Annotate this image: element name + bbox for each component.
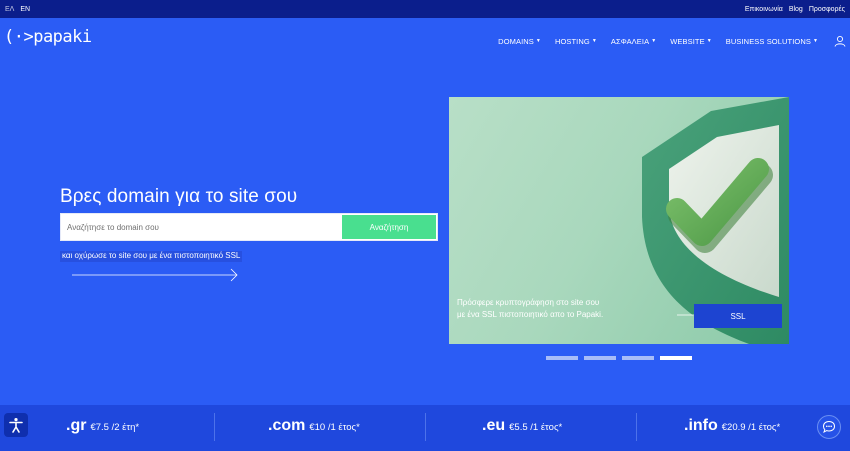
- nav-item-website[interactable]: WEBSITE ▼: [670, 37, 712, 46]
- top-link-offers[interactable]: Προσφορές: [809, 6, 845, 13]
- top-link-blog[interactable]: Blog: [789, 6, 803, 13]
- tld-info[interactable]: .info €20.9 /1 έτος*: [684, 417, 780, 435]
- nav-label: WEBSITE: [670, 36, 705, 46]
- language-el[interactable]: ΕΛ: [5, 6, 14, 13]
- caret-down-icon: ▼: [591, 38, 597, 44]
- tld-name: .gr: [66, 417, 87, 434]
- nav-item-domains[interactable]: DOMAINS ▼: [498, 37, 541, 46]
- chat-button[interactable]: [817, 415, 841, 439]
- tld-com[interactable]: .com €10 /1 έτος*: [268, 417, 360, 435]
- caret-down-icon: ▼: [651, 38, 657, 44]
- accessibility-icon: [9, 418, 23, 433]
- search-button[interactable]: Αναζήτηση: [342, 215, 436, 239]
- domain-search-box: Αναζήτηση: [60, 213, 438, 241]
- hero-title: Βρες domain για το site σου: [60, 186, 298, 207]
- language-en[interactable]: EN: [20, 6, 30, 13]
- carousel-dot-active[interactable]: [660, 356, 692, 360]
- tld-name: .info: [684, 417, 718, 434]
- tld-price: €7.5 /2 έτη*: [90, 422, 140, 433]
- carousel-indicators: [546, 356, 692, 360]
- nav-item-business-solutions[interactable]: BUSINESS SOLUTIONS ▼: [726, 37, 818, 46]
- divider: [425, 413, 426, 441]
- ssl-link[interactable]: και οχύρωσε το site σου με ένα πιστοποιη…: [60, 251, 243, 262]
- carousel-dot[interactable]: [584, 356, 616, 360]
- caret-down-icon: ▼: [706, 38, 712, 44]
- language-switcher: ΕΛ EN: [5, 6, 30, 13]
- nav-item-hosting[interactable]: HOSTING ▼: [555, 37, 597, 46]
- tld-eu[interactable]: .eu €5.5 /1 έτος*: [482, 417, 562, 435]
- tld-name: .eu: [482, 417, 506, 434]
- user-icon[interactable]: [834, 35, 846, 47]
- main-nav: DOMAINS ▼ HOSTING ▼ ΑΣΦΑΛΕΙΑ ▼ WEBSITE ▼…: [498, 34, 846, 48]
- top-bar: ΕΛ EN Επικοινωνία Blog Προσφορές: [0, 0, 850, 18]
- tld-name: .com: [268, 417, 306, 434]
- tld-gr[interactable]: .gr €7.5 /2 έτη*: [66, 417, 139, 435]
- nav-label: HOSTING: [554, 36, 590, 46]
- domain-search-input[interactable]: [61, 214, 343, 240]
- caret-down-icon: ▼: [812, 38, 818, 44]
- caret-down-icon: ▼: [535, 38, 541, 44]
- promo-card: Πρόσφερε κρυπτογράφηση στο site σου με έ…: [449, 97, 789, 344]
- ssl-button[interactable]: SSL: [694, 304, 782, 328]
- arrow-right-icon[interactable]: [72, 268, 240, 282]
- nav-label: ΑΣΦΑΛΕΙΑ: [610, 36, 650, 46]
- top-links: Επικοινωνία Blog Προσφορές: [745, 6, 845, 13]
- tld-price: €20.9 /1 έτος*: [721, 422, 781, 433]
- tld-price: €10 /1 έτος*: [309, 422, 360, 433]
- logo[interactable]: (·>papaki: [4, 27, 92, 47]
- nav-item-security[interactable]: ΑΣΦΑΛΕΙΑ ▼: [611, 37, 656, 46]
- carousel-dot[interactable]: [622, 356, 654, 360]
- top-link-contact[interactable]: Επικοινωνία: [745, 6, 783, 13]
- carousel-dot[interactable]: [546, 356, 578, 360]
- divider: [636, 413, 637, 441]
- nav-label: DOMAINS: [498, 36, 534, 46]
- tld-row: .gr €7.5 /2 έτη* .com €10 /1 έτος* .eu €…: [0, 405, 850, 451]
- tld-price: €5.5 /1 έτος*: [509, 422, 563, 433]
- promo-text: Πρόσφερε κρυπτογράφηση στο site σου με έ…: [457, 298, 604, 319]
- divider: [214, 413, 215, 441]
- nav-label: BUSINESS SOLUTIONS: [725, 36, 811, 46]
- accessibility-button[interactable]: [4, 413, 28, 437]
- chat-icon: [822, 420, 836, 433]
